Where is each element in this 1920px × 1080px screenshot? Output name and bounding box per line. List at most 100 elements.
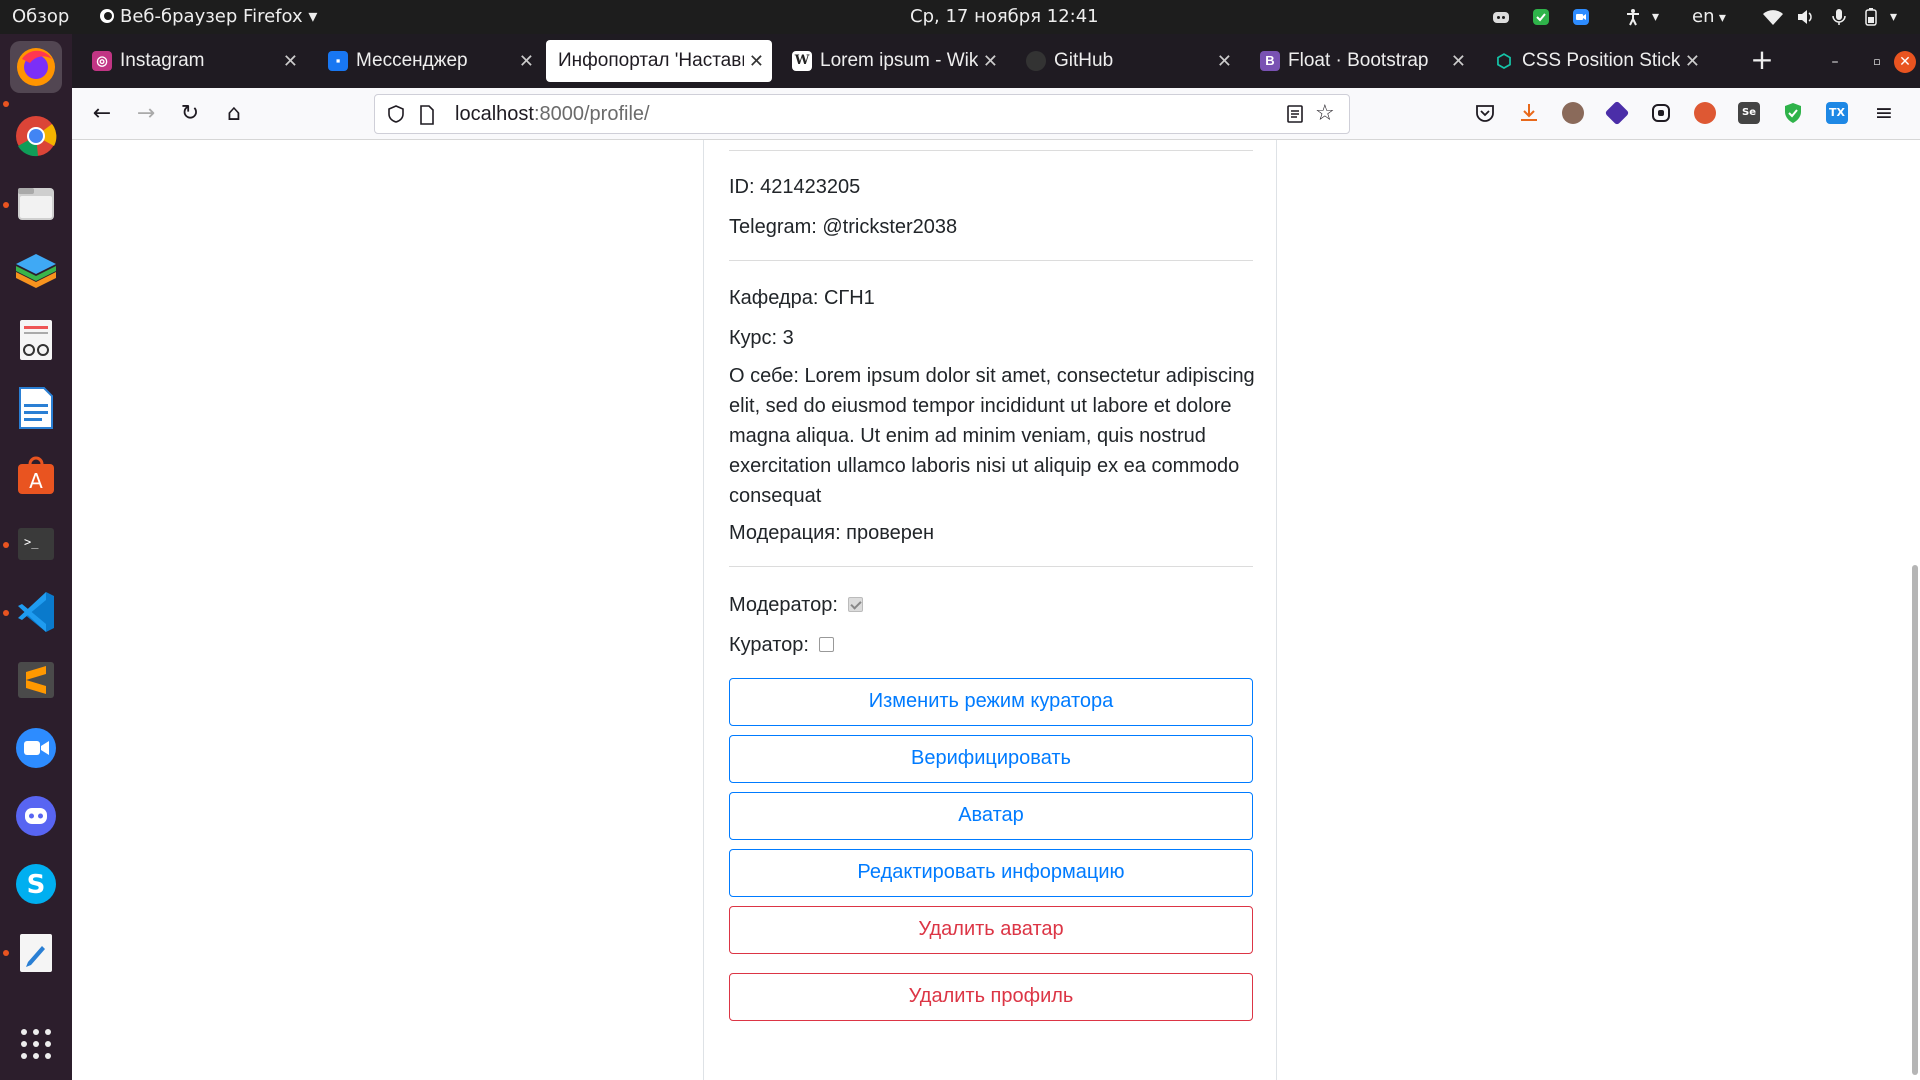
tab-wikipedia[interactable]: W Lorem ipsum - Wikip ✕ (780, 40, 1006, 82)
new-tab-button[interactable]: + (1742, 40, 1782, 82)
reader-view-icon[interactable] (1285, 104, 1305, 124)
tab-messenger[interactable]: ▪ Мессенджер ✕ (316, 40, 542, 82)
document-viewer-dock-icon[interactable] (10, 314, 62, 366)
skype-dock-icon[interactable]: S (10, 858, 62, 910)
wifi-icon[interactable] (1762, 8, 1784, 26)
svg-text:S: S (27, 870, 46, 900)
shield-extension-icon[interactable] (1782, 102, 1804, 124)
activities-button[interactable]: Обзор (12, 0, 69, 34)
shield-check-tray-icon[interactable] (1532, 8, 1550, 26)
delete-avatar-button[interactable]: Удалить аватар (729, 906, 1253, 954)
toggle-curator-button[interactable]: Изменить режим куратора (729, 678, 1253, 726)
wikipedia-icon: W (792, 51, 812, 71)
profile-about: О себе: Lorem ipsum dolor sit amet, cons… (729, 365, 1255, 507)
close-icon[interactable]: ✕ (1685, 40, 1700, 82)
menu-icon[interactable]: ≡ (1868, 98, 1900, 130)
tab-bootstrap[interactable]: B Float · Bootstrap ✕ (1248, 40, 1474, 82)
files-dock-icon[interactable] (10, 178, 62, 230)
sublime-text-dock-icon[interactable] (10, 654, 62, 706)
divider (729, 566, 1253, 567)
tab-infoportal[interactable]: Инфопортал 'Наставн ✕ (546, 40, 772, 82)
scrollbar[interactable] (1912, 565, 1918, 1075)
zoom-tray-icon[interactable] (1572, 8, 1590, 26)
url-text[interactable]: localhost:8000/profile/ (455, 95, 650, 133)
volume-icon[interactable] (1796, 8, 1814, 26)
keyboard-layout-label: en (1692, 6, 1715, 27)
duckduckgo-icon[interactable] (1694, 102, 1716, 124)
chevron-down-icon: ▾ (302, 6, 318, 27)
download-icon[interactable] (1518, 102, 1540, 124)
verify-button[interactable]: Верифицировать (729, 735, 1253, 783)
tab-css-sticky[interactable]: ⬡ CSS Position Sticky ✕ (1482, 40, 1708, 82)
back-button[interactable]: ← (86, 98, 118, 130)
divider (729, 260, 1253, 261)
text-editor-dock-icon[interactable] (10, 926, 62, 978)
accessibility-icon[interactable] (1624, 8, 1642, 26)
discord-tray-icon[interactable] (1492, 8, 1510, 26)
tx-extension-icon[interactable]: TX (1826, 102, 1848, 124)
minimize-button[interactable]: – (1824, 51, 1846, 73)
close-icon[interactable]: ✕ (749, 40, 764, 82)
close-icon[interactable]: ✕ (283, 40, 298, 82)
selenium-icon[interactable]: Se (1738, 102, 1760, 124)
tab-label: Instagram (120, 50, 205, 71)
clock[interactable]: Ср, 17 ноября 12:41 (910, 0, 1099, 34)
profile-moderation-status: Модерация: проверен (729, 522, 935, 544)
close-icon[interactable]: ✕ (983, 40, 998, 82)
close-icon[interactable]: ✕ (1217, 40, 1232, 82)
purple-extension-icon[interactable] (1604, 100, 1630, 126)
show-apps-icon[interactable] (10, 1018, 62, 1070)
vscode-dock-icon[interactable] (10, 586, 62, 638)
curator-label: Куратор: (729, 634, 809, 656)
delete-profile-button[interactable]: Удалить профиль (729, 973, 1253, 1021)
pocket-icon[interactable] (1474, 102, 1496, 124)
running-indicator (3, 610, 9, 616)
app-menu[interactable]: Веб-браузер Firefox ▾ (100, 0, 317, 34)
firefox-dock-icon[interactable] (10, 41, 62, 93)
app-menu-label: Веб-браузер Firefox (120, 6, 303, 27)
codepen-icon: ⬡ (1496, 51, 1512, 71)
battery-icon[interactable] (1862, 8, 1880, 26)
shield-icon[interactable] (387, 105, 405, 123)
link-extension-icon[interactable] (1650, 102, 1672, 124)
forward-button[interactable]: → (130, 98, 162, 130)
tab-bar: ◎ Instagram ✕ ▪ Мессенджер ✕ Инфопортал … (72, 34, 1920, 88)
zoom-dock-icon[interactable] (10, 722, 62, 774)
avatar-button[interactable]: Аватар (729, 792, 1253, 840)
libreoffice-writer-dock-icon[interactable] (10, 382, 62, 434)
edit-info-button[interactable]: Редактировать информацию (729, 849, 1253, 897)
moderator-row: Модератор: (729, 593, 863, 617)
app-center-dock-icon[interactable]: A (10, 450, 62, 502)
reload-button[interactable]: ↻ (174, 98, 206, 130)
close-icon[interactable]: ✕ (519, 40, 534, 82)
tab-instagram[interactable]: ◎ Instagram ✕ (80, 40, 306, 82)
page-icon[interactable] (419, 105, 435, 125)
home-button[interactable]: ⌂ (218, 98, 250, 130)
close-icon[interactable]: ✕ (1451, 40, 1466, 82)
tab-github[interactable]: GitHub ✕ (1014, 40, 1240, 82)
instagram-icon: ◎ (92, 51, 112, 71)
running-indicator (3, 202, 9, 208)
terminal-dock-icon[interactable]: >_ (10, 518, 62, 570)
profile-department: Кафедра: СГН1 (729, 287, 875, 309)
keyboard-layout[interactable]: en ▾ (1692, 0, 1726, 35)
running-indicator (3, 542, 9, 548)
profile-course: Курс: 3 (729, 327, 794, 349)
moderator-label: Модератор: (729, 594, 838, 616)
profile-avatar-extension-icon[interactable] (1562, 102, 1584, 124)
microphone-icon[interactable] (1830, 8, 1848, 26)
discord-dock-icon[interactable] (10, 790, 62, 842)
chrome-dock-icon[interactable] (10, 110, 62, 162)
moderator-checkbox[interactable] (847, 597, 863, 612)
page-viewport[interactable]: ID: 421423205 Telegram: @trickster2038 К… (72, 140, 1920, 1080)
system-top-bar: Обзор Веб-браузер Firefox ▾ Ср, 17 ноябр… (0, 0, 1920, 34)
chevron-down-icon: ▾ (1714, 10, 1726, 26)
restore-button[interactable]: ▫ (1866, 51, 1888, 73)
tab-label: Float · Bootstrap (1288, 50, 1429, 71)
running-indicator (3, 101, 9, 107)
url-bar[interactable]: localhost:8000/profile/ ☆ (374, 94, 1350, 134)
curator-checkbox[interactable] (818, 637, 834, 652)
layers-dock-icon[interactable] (10, 246, 62, 298)
close-window-button[interactable]: ✕ (1894, 51, 1916, 73)
bookmark-star-icon[interactable]: ☆ (1315, 102, 1339, 126)
